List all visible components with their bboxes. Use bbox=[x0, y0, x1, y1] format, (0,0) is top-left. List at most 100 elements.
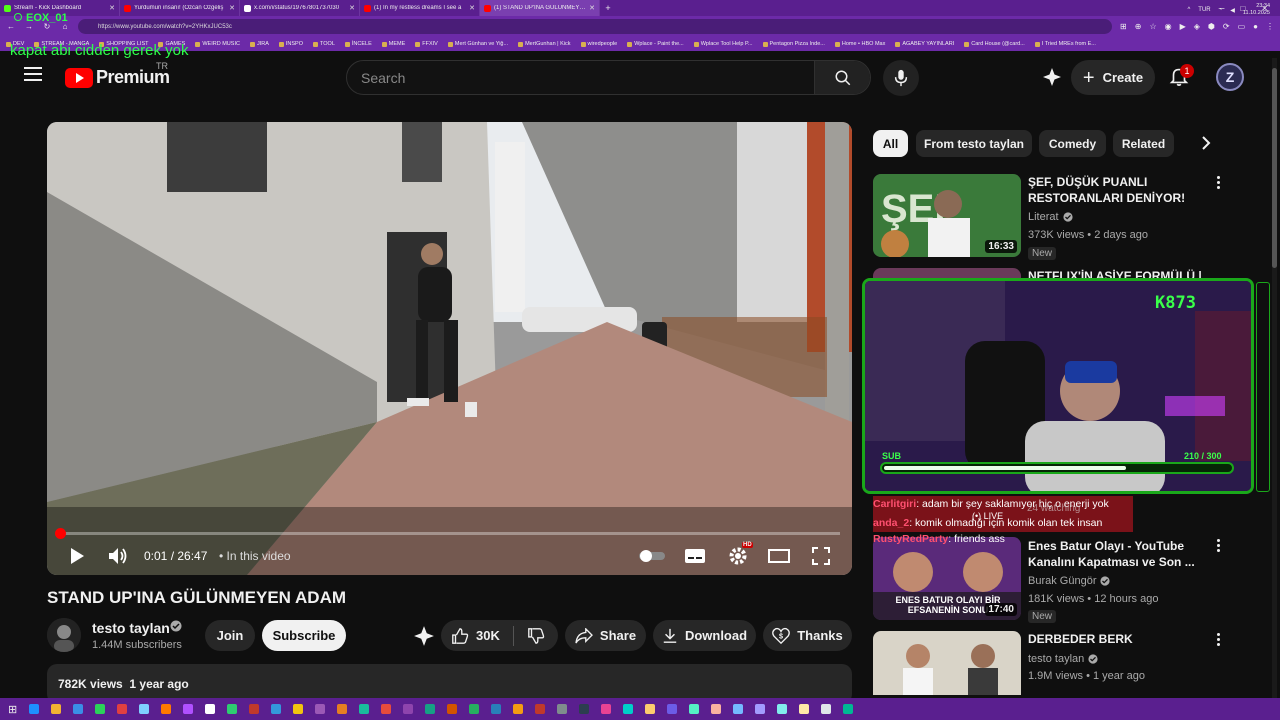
taskbar-app-icon[interactable] bbox=[95, 704, 106, 714]
recommendation-item[interactable]: ENES BATUR OLAYI BİR EFSANENİN SONU 17:4… bbox=[873, 533, 1233, 623]
progress-bar[interactable] bbox=[54, 528, 840, 539]
bookmark-item[interactable]: Card House (@card... bbox=[964, 41, 1025, 47]
bookmark-item[interactable]: MertGunhan | Kick bbox=[518, 41, 571, 47]
bookmark-item[interactable]: AGABEY YAYINLARI bbox=[895, 41, 954, 47]
create-button[interactable]: + Create bbox=[1071, 60, 1155, 95]
bookmark-item[interactable]: Mert Günhan ve Yiğ... bbox=[447, 41, 508, 47]
search-input[interactable] bbox=[347, 61, 814, 94]
play-button[interactable] bbox=[63, 542, 91, 570]
taskbar-app-icon[interactable] bbox=[337, 704, 348, 714]
autoplay-toggle[interactable] bbox=[638, 542, 666, 570]
taskbar-app-icon[interactable] bbox=[491, 704, 502, 714]
recommendation-thumbnail[interactable]: ŞEF 16:33 bbox=[873, 174, 1021, 257]
language-indicator[interactable]: TUR bbox=[1198, 7, 1210, 13]
voice-search-button[interactable] bbox=[883, 60, 919, 96]
taskbar-app-icon[interactable] bbox=[733, 704, 744, 714]
browser-menu-icon[interactable]: ⋮ bbox=[1266, 22, 1274, 31]
taskbar-app-icon[interactable] bbox=[447, 704, 458, 714]
chevron-right-icon[interactable] bbox=[1196, 133, 1216, 153]
url-field[interactable]: https://www.youtube.com/watch?v=2YHKxJUC… bbox=[78, 19, 1113, 34]
taskbar-app-icon[interactable] bbox=[623, 704, 634, 714]
settings-button[interactable]: HD bbox=[724, 542, 753, 570]
taskbar-app-icon[interactable] bbox=[469, 704, 480, 714]
thumbs-down-icon[interactable] bbox=[527, 627, 545, 645]
taskbar-app-icon[interactable] bbox=[51, 704, 62, 714]
translate-icon[interactable]: ⊞ bbox=[1120, 22, 1127, 31]
taskbar-app-icon[interactable] bbox=[711, 704, 722, 714]
taskbar-app-icon[interactable] bbox=[425, 704, 436, 714]
recommendation-item[interactable]: DERBEDER BERK testo taylan 1.9M views • … bbox=[873, 631, 1233, 695]
scrollbar-thumb[interactable] bbox=[1272, 68, 1277, 268]
recommendation-title[interactable]: DERBEDER BERK bbox=[1028, 631, 1208, 647]
browser-tab[interactable]: (1) In my restless dreams I see a ✕ bbox=[360, 0, 480, 16]
browser-tab[interactable]: Yurdumun insanı! (Özcan Özgeliş ✕ bbox=[120, 0, 240, 16]
close-tab-icon[interactable]: ✕ bbox=[229, 4, 235, 12]
taskbar-app-icon[interactable] bbox=[403, 704, 414, 714]
close-tab-icon[interactable]: ✕ bbox=[589, 4, 595, 12]
taskbar-app-icon[interactable] bbox=[161, 704, 172, 714]
close-tab-icon[interactable]: ✕ bbox=[349, 4, 355, 12]
page-scrollbar[interactable] bbox=[1272, 58, 1277, 698]
bookmark-item[interactable]: İNCELE bbox=[344, 41, 372, 47]
taskbar-app-icon[interactable] bbox=[601, 704, 612, 714]
channel-name[interactable]: testo taylan bbox=[92, 620, 170, 636]
share-button[interactable]: Share bbox=[565, 620, 646, 651]
taskbar-app-icon[interactable] bbox=[755, 704, 766, 714]
recommendation-thumbnail[interactable] bbox=[873, 631, 1021, 695]
taskbar-app-icon[interactable] bbox=[73, 704, 84, 714]
taskbar-app-icon[interactable] bbox=[359, 704, 370, 714]
more-options-icon[interactable] bbox=[1213, 539, 1223, 555]
bookmark-item[interactable]: Wplace - Paint the... bbox=[627, 41, 684, 47]
ask-ai-sparkle-icon[interactable] bbox=[413, 625, 435, 647]
recommendation-item[interactable]: ŞEF 16:33 ŞEF, DÜŞÜK PUANLI RESTORANLARI… bbox=[873, 174, 1233, 260]
taskbar-app-icon[interactable] bbox=[513, 704, 524, 714]
browser-tab[interactable]: x.com/i/status/19767801737030 ✕ bbox=[240, 0, 360, 16]
network-icon[interactable]: ◔ bbox=[1219, 7, 1223, 13]
taskbar-app-icon[interactable] bbox=[381, 704, 392, 714]
bookmark-item[interactable]: WEIRD MUSIC bbox=[195, 41, 240, 47]
chip-all[interactable]: All bbox=[873, 130, 908, 157]
clock[interactable]: 23:34 11.10.2025 bbox=[1243, 3, 1270, 17]
download-button[interactable]: Download bbox=[653, 620, 756, 651]
taskbar-app-icon[interactable] bbox=[293, 704, 304, 714]
fullscreen-button[interactable] bbox=[807, 542, 835, 570]
subtitles-button[interactable] bbox=[681, 542, 709, 570]
thanks-button[interactable]: $ Thanks bbox=[763, 620, 852, 651]
bookmark-item[interactable]: Wplace Tool Help P... bbox=[693, 41, 753, 47]
taskbar-app-icon[interactable] bbox=[645, 704, 656, 714]
extension-icon[interactable]: ▶ bbox=[1180, 22, 1186, 31]
close-tab-icon[interactable]: ✕ bbox=[469, 4, 475, 12]
taskbar-app-icon[interactable] bbox=[799, 704, 810, 714]
bookmark-item[interactable]: TOOL bbox=[313, 41, 335, 47]
taskbar-app-icon[interactable] bbox=[821, 704, 832, 714]
taskbar-app-icon[interactable] bbox=[139, 704, 150, 714]
search-button[interactable] bbox=[814, 61, 870, 94]
chapter-button[interactable]: • In this video bbox=[219, 549, 291, 563]
ai-sparkle-button[interactable] bbox=[1040, 65, 1064, 89]
bookmark-item[interactable]: FFXIV bbox=[415, 41, 438, 47]
account-avatar[interactable]: Z bbox=[1216, 63, 1244, 91]
taskbar-app-icon[interactable] bbox=[315, 704, 326, 714]
channel-avatar[interactable] bbox=[47, 618, 81, 652]
taskbar-app-icon[interactable] bbox=[227, 704, 238, 714]
youtube-premium-logo[interactable]: Premium TR bbox=[65, 61, 170, 88]
new-tab-button[interactable]: + bbox=[600, 3, 616, 13]
extension-icon[interactable]: ◉ bbox=[1165, 22, 1172, 31]
zoom-icon[interactable]: ⊕ bbox=[1135, 22, 1142, 31]
taskbar-app-icon[interactable] bbox=[689, 704, 700, 714]
more-options-icon[interactable] bbox=[1213, 633, 1223, 649]
recommendation-thumbnail[interactable]: ENES BATUR OLAYI BİR EFSANENİN SONU 17:4… bbox=[873, 537, 1021, 620]
taskbar-app-icon[interactable] bbox=[557, 704, 568, 714]
more-options-icon[interactable] bbox=[1213, 176, 1223, 192]
thumbs-up-icon[interactable] bbox=[451, 627, 469, 645]
recommendation-channel[interactable]: Burak Güngör bbox=[1028, 575, 1111, 587]
video-player[interactable]: 0:01 / 26:47 • In this video HD bbox=[47, 122, 852, 575]
theater-mode-button[interactable] bbox=[765, 542, 793, 570]
recommendation-channel[interactable]: Literat bbox=[1028, 211, 1073, 223]
close-tab-icon[interactable]: ✕ bbox=[109, 4, 115, 12]
bookmark-item[interactable]: JIRA bbox=[249, 41, 269, 47]
taskbar-app-icon[interactable] bbox=[667, 704, 678, 714]
refresh-extension-icon[interactable]: ⟳ bbox=[1223, 22, 1230, 31]
join-button[interactable]: Join bbox=[205, 620, 255, 651]
like-count[interactable]: 30K bbox=[476, 628, 500, 643]
